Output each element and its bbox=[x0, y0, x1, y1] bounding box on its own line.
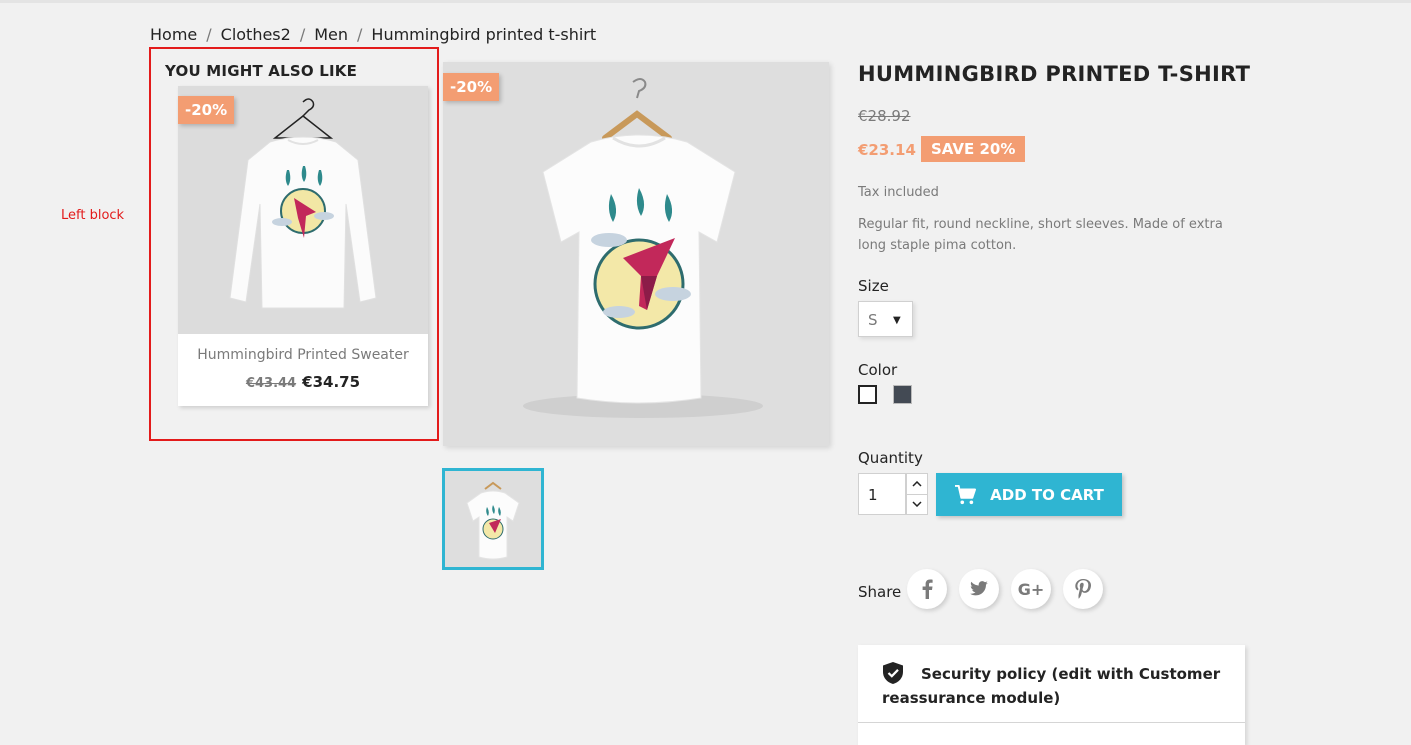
related-discount-flag: -20% bbox=[178, 96, 235, 124]
color-label: Color bbox=[858, 361, 898, 379]
chevron-down-icon[interactable] bbox=[907, 494, 927, 514]
related-regular-price: €43.44 bbox=[245, 376, 297, 391]
current-price: €23.14 bbox=[858, 141, 916, 159]
share-label: Share bbox=[858, 583, 902, 601]
chevron-up-icon[interactable] bbox=[907, 474, 927, 495]
breadcrumb-clothes2[interactable]: Clothes2 bbox=[221, 25, 291, 44]
twitter-icon[interactable] bbox=[959, 569, 999, 609]
product-main-image[interactable] bbox=[443, 62, 829, 446]
breadcrumb-men[interactable]: Men bbox=[314, 25, 348, 44]
product-thumbnail[interactable] bbox=[442, 468, 544, 570]
top-border bbox=[0, 0, 1411, 3]
quantity-label: Quantity bbox=[858, 449, 923, 467]
annotation-label: Left block bbox=[61, 208, 125, 223]
google-plus-icon[interactable]: G+ bbox=[1011, 569, 1051, 609]
breadcrumb-home[interactable]: Home bbox=[150, 25, 197, 44]
color-swatch-gray[interactable] bbox=[893, 385, 912, 404]
reassurance-divider bbox=[858, 722, 1245, 723]
breadcrumb-separator: / bbox=[206, 25, 212, 44]
caret-down-icon: ▼ bbox=[893, 315, 901, 326]
product-title: HUMMINGBIRD PRINTED T-SHIRT bbox=[858, 62, 1251, 86]
breadcrumb: Home / Clothes2 / Men / Hummingbird printed t-… bbox=[150, 25, 596, 44]
pinterest-icon[interactable] bbox=[1063, 569, 1103, 609]
add-to-cart-button[interactable]: ADD TO CART bbox=[936, 473, 1122, 516]
quantity-stepper bbox=[906, 473, 928, 515]
related-product-name[interactable]: Hummingbird Printed Sweater bbox=[178, 347, 428, 363]
reassurance-block: Security policy (edit with Customer reas… bbox=[858, 645, 1245, 745]
discount-badge: SAVE 20% bbox=[921, 136, 1026, 162]
left-block: YOU MIGHT ALSO LIKE -20% Hummingbird Pri… bbox=[149, 47, 439, 441]
breadcrumb-current: Hummingbird printed t-shirt bbox=[371, 25, 597, 44]
related-current-price: €34.75 bbox=[302, 373, 361, 391]
quantity-value: 1 bbox=[868, 486, 878, 504]
related-product-card[interactable]: -20% Hummingbird Printed Sweater €43.44 €… bbox=[178, 86, 428, 406]
shopping-cart-icon bbox=[954, 484, 977, 505]
left-block-title: YOU MIGHT ALSO LIKE bbox=[165, 62, 358, 80]
tax-label: Tax included bbox=[858, 185, 939, 200]
color-swatch-white[interactable] bbox=[858, 385, 877, 404]
size-value: S bbox=[868, 311, 878, 329]
size-select[interactable]: S ▼ bbox=[858, 301, 913, 337]
related-product-price: €43.44 €34.75 bbox=[178, 373, 428, 391]
size-label: Size bbox=[858, 277, 889, 295]
breadcrumb-separator: / bbox=[299, 25, 306, 44]
breadcrumb-separator: / bbox=[357, 25, 363, 44]
quantity-input[interactable]: 1 bbox=[858, 473, 906, 515]
main-discount-flag: -20% bbox=[443, 73, 500, 101]
add-to-cart-label: ADD TO CART bbox=[990, 485, 1104, 504]
reassurance-text: Security policy (edit with Customer reas… bbox=[882, 665, 1221, 707]
facebook-icon[interactable] bbox=[907, 569, 947, 609]
product-description: Regular fit, round neckline, short sleev… bbox=[858, 217, 1223, 253]
regular-price: €28.92 bbox=[858, 107, 911, 125]
